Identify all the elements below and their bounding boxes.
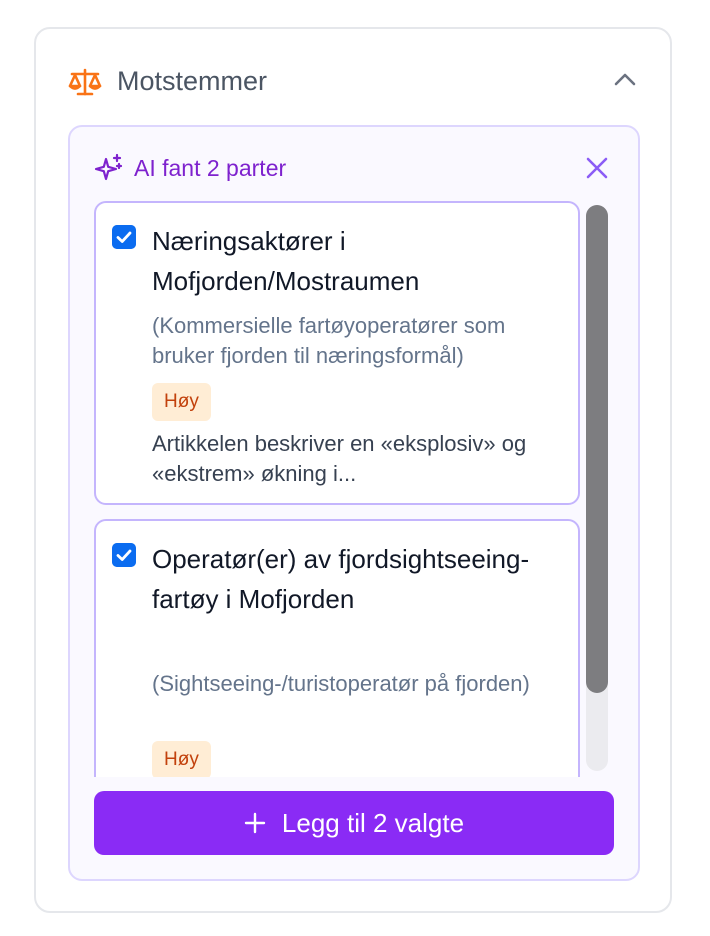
priority-badge: Høy [152,383,211,421]
ai-suggestions-panel: AI fant 2 parter Næringsaktører i Mofjor… [68,125,640,881]
party-list[interactable]: Næringsaktører i Mofjorden/Mostraumen (K… [94,199,614,777]
motstemmer-section: Motstemmer AI fant 2 parter Næringsaktør… [34,27,672,913]
section-header[interactable]: Motstemmer [36,29,670,135]
party-note: Artikkelen beskriver en «eksplosiv» og «… [152,431,527,486]
party-name: Næringsaktører i Mofjorden/Mostraumen [152,226,420,296]
scrollbar-thumb[interactable] [586,205,608,693]
close-icon[interactable] [584,155,610,181]
scale-icon [68,68,102,96]
party-checkbox[interactable] [112,225,136,249]
priority-badge: Høy [152,741,211,777]
party-description: (Kommersielle fartøyoperatører som bruke… [152,313,506,368]
add-selected-label: Legg til 2 valgte [281,808,465,838]
plus-icon [244,812,266,834]
party-description: (Sightseeing-/turistoperatør på fjorden) [152,671,530,696]
scrollbar-track[interactable] [586,205,608,771]
add-selected-button[interactable]: Legg til 2 valgte [94,791,614,855]
section-title: Motstemmer [117,66,268,96]
party-name: Operatør(er) av fjordsightseeing-fartøy … [152,544,530,614]
chevron-up-icon[interactable] [610,65,640,95]
sparkle-icon [94,153,123,181]
party-card[interactable]: Næringsaktører i Mofjorden/Mostraumen (K… [94,201,580,505]
ai-panel-title: AI fant 2 parter [134,155,287,181]
party-card[interactable]: Operatør(er) av fjordsightseeing-fartøy … [94,519,580,777]
party-checkbox[interactable] [112,543,136,567]
